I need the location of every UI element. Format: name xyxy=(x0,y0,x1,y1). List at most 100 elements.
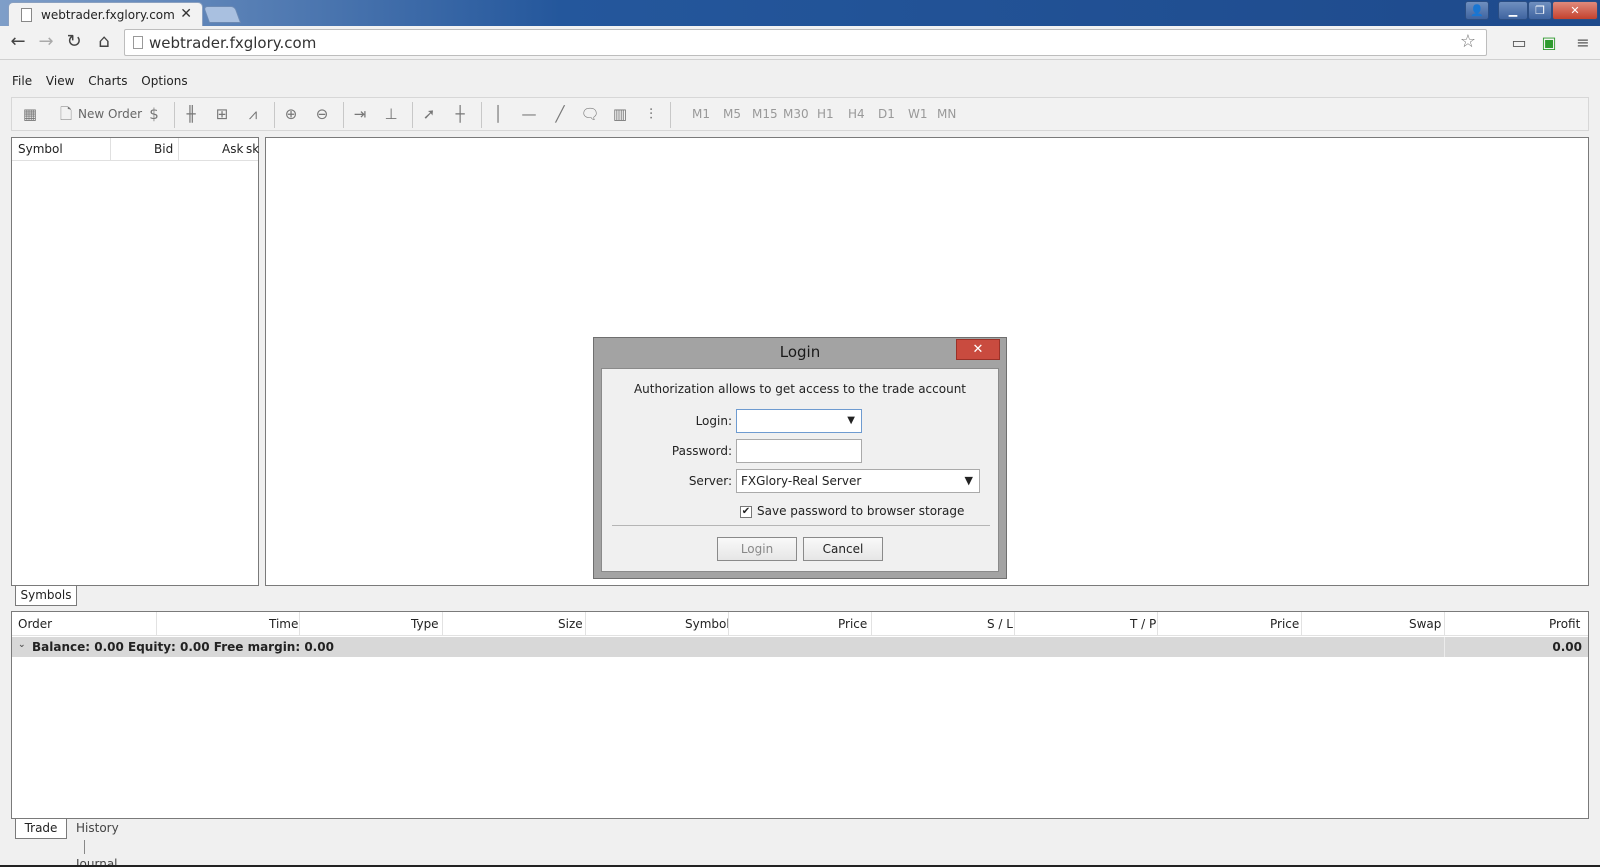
column-divider xyxy=(871,612,872,636)
fibonacci-extension-icon[interactable]: ⫶ xyxy=(639,103,663,125)
tab-divider xyxy=(84,839,85,854)
tab-trade[interactable]: Trade xyxy=(15,819,67,839)
toolbar-divider xyxy=(670,102,671,128)
timeframe-h4[interactable]: H4 xyxy=(848,103,865,125)
column-symbol[interactable]: Symbol xyxy=(685,617,730,631)
login-button[interactable]: Login xyxy=(717,537,797,561)
cast-icon[interactable]: ▭ xyxy=(1508,32,1530,54)
bar-chart-icon[interactable]: ╫ xyxy=(179,103,203,125)
column-size[interactable]: Size xyxy=(558,617,583,631)
user-icon[interactable]: 👤 xyxy=(1465,1,1489,20)
chart-shift-icon[interactable]: ⊥ xyxy=(379,103,403,125)
menu-view[interactable]: View xyxy=(46,74,74,88)
chrome-menu-icon[interactable]: ≡ xyxy=(1572,32,1594,54)
minimize-button[interactable]: ▁ xyxy=(1498,1,1528,20)
collapse-toggle-icon[interactable]: ⌄ xyxy=(18,640,26,650)
column-price[interactable]: Price xyxy=(838,617,867,631)
column-divider xyxy=(1157,612,1158,636)
column-truncated[interactable]: sk xyxy=(246,142,259,156)
login-input[interactable]: ▼ xyxy=(736,409,862,433)
timeframe-m1[interactable]: M1 xyxy=(692,103,710,125)
new-chart-icon[interactable]: ▦ xyxy=(18,103,42,125)
page-icon xyxy=(21,8,32,22)
timeframe-h1[interactable]: H1 xyxy=(817,103,834,125)
menu-charts[interactable]: Charts xyxy=(88,74,127,88)
column-order[interactable]: Order xyxy=(18,617,52,631)
menu-options[interactable]: Options xyxy=(141,74,187,88)
new-tab-button[interactable] xyxy=(202,6,242,23)
text-label-icon[interactable]: 🗨 xyxy=(578,103,602,125)
column-price-current[interactable]: Price xyxy=(1270,617,1299,631)
toolbar-divider xyxy=(481,102,482,128)
column-divider xyxy=(178,138,179,161)
money-icon[interactable]: $ xyxy=(142,103,166,125)
timeframe-m30[interactable]: M30 xyxy=(783,103,809,125)
dialog-close-button[interactable]: ✕ xyxy=(956,339,1000,360)
horizontal-line-icon[interactable]: — xyxy=(517,103,541,125)
maximize-button[interactable]: ❐ xyxy=(1528,1,1552,20)
bookmark-star-icon[interactable]: ☆ xyxy=(1460,31,1476,52)
server-select[interactable]: FXGlory-Real Server ▼ xyxy=(736,469,980,493)
column-symbol[interactable]: Symbol xyxy=(18,142,63,156)
column-ask[interactable]: Ask xyxy=(222,142,243,156)
timeframe-m15[interactable]: M15 xyxy=(752,103,778,125)
extension-icon[interactable]: ▣ xyxy=(1538,32,1560,54)
column-profit[interactable]: Profit xyxy=(1549,617,1580,631)
dropdown-caret-icon[interactable]: ▼ xyxy=(965,470,973,492)
balance-row[interactable]: ⌄ Balance: 0.00 Equity: 0.00 Free margin… xyxy=(12,637,1588,657)
timeframe-mn[interactable]: MN xyxy=(937,103,956,125)
terminal-panel: Order Time Type Size Symbol Price S / L … xyxy=(11,611,1589,819)
login-label: Login: xyxy=(695,414,732,428)
column-time[interactable]: Time xyxy=(269,617,298,631)
reload-icon[interactable]: ↻ xyxy=(62,31,86,55)
column-swap[interactable]: Swap xyxy=(1409,617,1441,631)
server-label: Server: xyxy=(688,474,732,488)
zoom-out-icon[interactable]: ⊖ xyxy=(310,103,334,125)
line-chart-icon[interactable]: ⩘ xyxy=(241,103,265,125)
candlestick-icon[interactable]: ⊞ xyxy=(210,103,234,125)
password-input[interactable] xyxy=(736,439,862,463)
column-sl[interactable]: S / L xyxy=(987,617,1013,631)
vertical-line-icon[interactable]: │ xyxy=(486,103,510,125)
toolbar-divider xyxy=(174,102,175,128)
timeframe-m5[interactable]: M5 xyxy=(723,103,741,125)
browser-tab[interactable]: webtrader.fxglory.com ✕ xyxy=(8,2,203,27)
timeframe-d1[interactable]: D1 xyxy=(878,103,895,125)
auto-scroll-icon[interactable]: ⇥ xyxy=(348,103,372,125)
fibonacci-icon[interactable]: ▥ xyxy=(608,103,632,125)
column-type[interactable]: Type xyxy=(411,617,439,631)
cancel-button[interactable]: Cancel xyxy=(803,537,883,561)
new-order-icon[interactable]: 🗋 xyxy=(54,103,78,125)
address-bar[interactable]: webtrader.fxglory.com ☆ xyxy=(124,29,1487,56)
cursor-icon[interactable]: ➚ xyxy=(417,103,441,125)
timeframe-w1[interactable]: W1 xyxy=(908,103,928,125)
zoom-in-icon[interactable]: ⊕ xyxy=(279,103,303,125)
forward-arrow-icon[interactable]: → xyxy=(34,31,58,55)
column-divider xyxy=(299,612,300,636)
column-divider xyxy=(585,612,586,636)
dialog-title: Login xyxy=(779,343,821,361)
column-divider xyxy=(156,612,157,636)
browser-navbar: ← → ↻ ⌂ webtrader.fxglory.com ☆ ▭ ▣ ≡ xyxy=(0,26,1600,60)
save-password-checkbox[interactable]: ✔ xyxy=(740,506,752,518)
home-icon[interactable]: ⌂ xyxy=(92,31,116,55)
close-tab-icon[interactable]: ✕ xyxy=(180,6,192,22)
tab-history-wrap: HistoryJournal xyxy=(76,819,119,867)
symbols-header: Symbol Bid Ask sk xyxy=(12,138,259,161)
tab-history[interactable]: History xyxy=(76,821,119,835)
column-bid[interactable]: Bid xyxy=(154,142,173,156)
back-arrow-icon[interactable]: ← xyxy=(6,31,30,55)
crosshair-icon[interactable]: ┼ xyxy=(448,103,472,125)
symbols-panel: Symbol Bid Ask sk xyxy=(11,137,259,586)
balance-summary: Balance: 0.00 Equity: 0.00 Free margin: … xyxy=(32,640,334,654)
save-password-label[interactable]: Save password to browser storage xyxy=(757,504,964,518)
menu-file[interactable]: File xyxy=(12,74,32,88)
column-divider xyxy=(442,612,443,636)
trend-line-icon[interactable]: ╱ xyxy=(548,103,572,125)
url-text[interactable]: webtrader.fxglory.com xyxy=(149,34,316,52)
column-tp[interactable]: T / P xyxy=(1130,617,1156,631)
window-close-button[interactable]: ✕ xyxy=(1552,1,1598,20)
tab-symbols[interactable]: Symbols xyxy=(15,586,77,606)
dropdown-caret-icon[interactable]: ▼ xyxy=(847,410,855,432)
new-order-button[interactable]: New Order xyxy=(78,103,142,125)
